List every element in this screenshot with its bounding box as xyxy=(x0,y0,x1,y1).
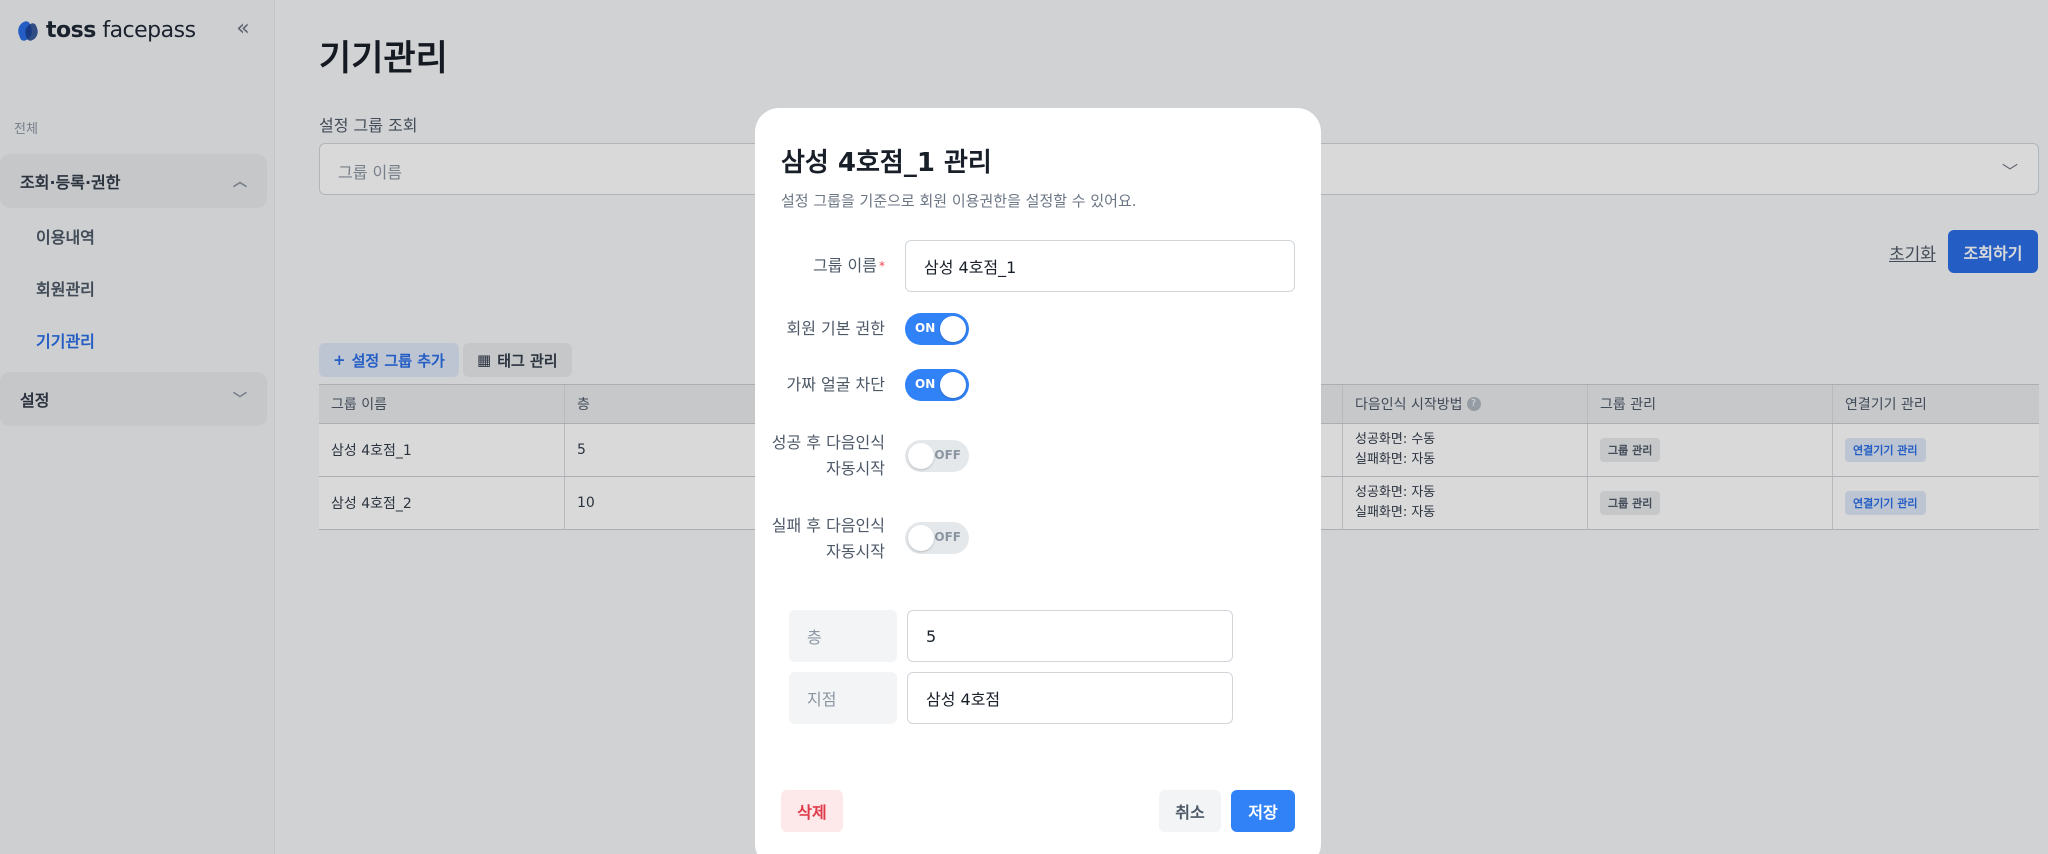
toggle-state: OFF xyxy=(934,530,961,544)
group-name-label-text: 그룹 이름 xyxy=(813,256,877,275)
fail-autostart-toggle[interactable]: OFF xyxy=(905,522,969,554)
modal-title: 삼성 4호점_1 관리 xyxy=(781,148,992,178)
modal-description: 설정 그룹을 기준으로 회원 이용권한을 설정할 수 있어요. xyxy=(781,192,1137,210)
save-button[interactable]: 저장 xyxy=(1231,790,1295,832)
branch-input[interactable]: 삼성 4호점 xyxy=(907,672,1233,724)
group-manage-modal: 삼성 4호점_1 관리 설정 그룹을 기준으로 회원 이용권한을 설정할 수 있… xyxy=(755,108,1321,854)
success-autostart-label: 성공 후 다음인식자동시작 xyxy=(765,430,885,482)
fake-face-block-label: 가짜 얼굴 차단 xyxy=(786,375,886,394)
success-autostart-line1: 성공 후 다음인식 xyxy=(771,433,885,452)
branch-key: 지점 xyxy=(789,672,897,724)
toggle-state: OFF xyxy=(934,448,961,462)
fake-face-block-toggle[interactable]: ON xyxy=(905,369,969,401)
toggle-knob xyxy=(940,316,966,342)
toggle-state: ON xyxy=(915,377,936,391)
group-name-label: 그룹 이름 * xyxy=(765,253,885,279)
floor-input[interactable]: 5 xyxy=(907,610,1233,662)
group-name-input[interactable]: 삼성 4호점_1 xyxy=(905,240,1295,292)
toggle-knob xyxy=(908,525,934,551)
toggle-knob xyxy=(908,443,934,469)
required-marker: * xyxy=(879,259,885,273)
toggle-state: ON xyxy=(915,321,936,335)
delete-button[interactable]: 삭제 xyxy=(781,790,843,832)
toggle-knob xyxy=(940,372,966,398)
cancel-button[interactable]: 취소 xyxy=(1159,790,1221,832)
fail-autostart-line1: 실패 후 다음인식 xyxy=(771,516,885,535)
member-permission-label: 회원 기본 권한 xyxy=(786,319,886,338)
fail-autostart-label: 실패 후 다음인식자동시작 xyxy=(765,513,885,565)
floor-key: 층 xyxy=(789,610,897,662)
success-autostart-line2: 자동시작 xyxy=(826,459,885,478)
fail-autostart-line2: 자동시작 xyxy=(826,542,885,561)
member-permission-toggle[interactable]: ON xyxy=(905,313,969,345)
success-autostart-toggle[interactable]: OFF xyxy=(905,440,969,472)
